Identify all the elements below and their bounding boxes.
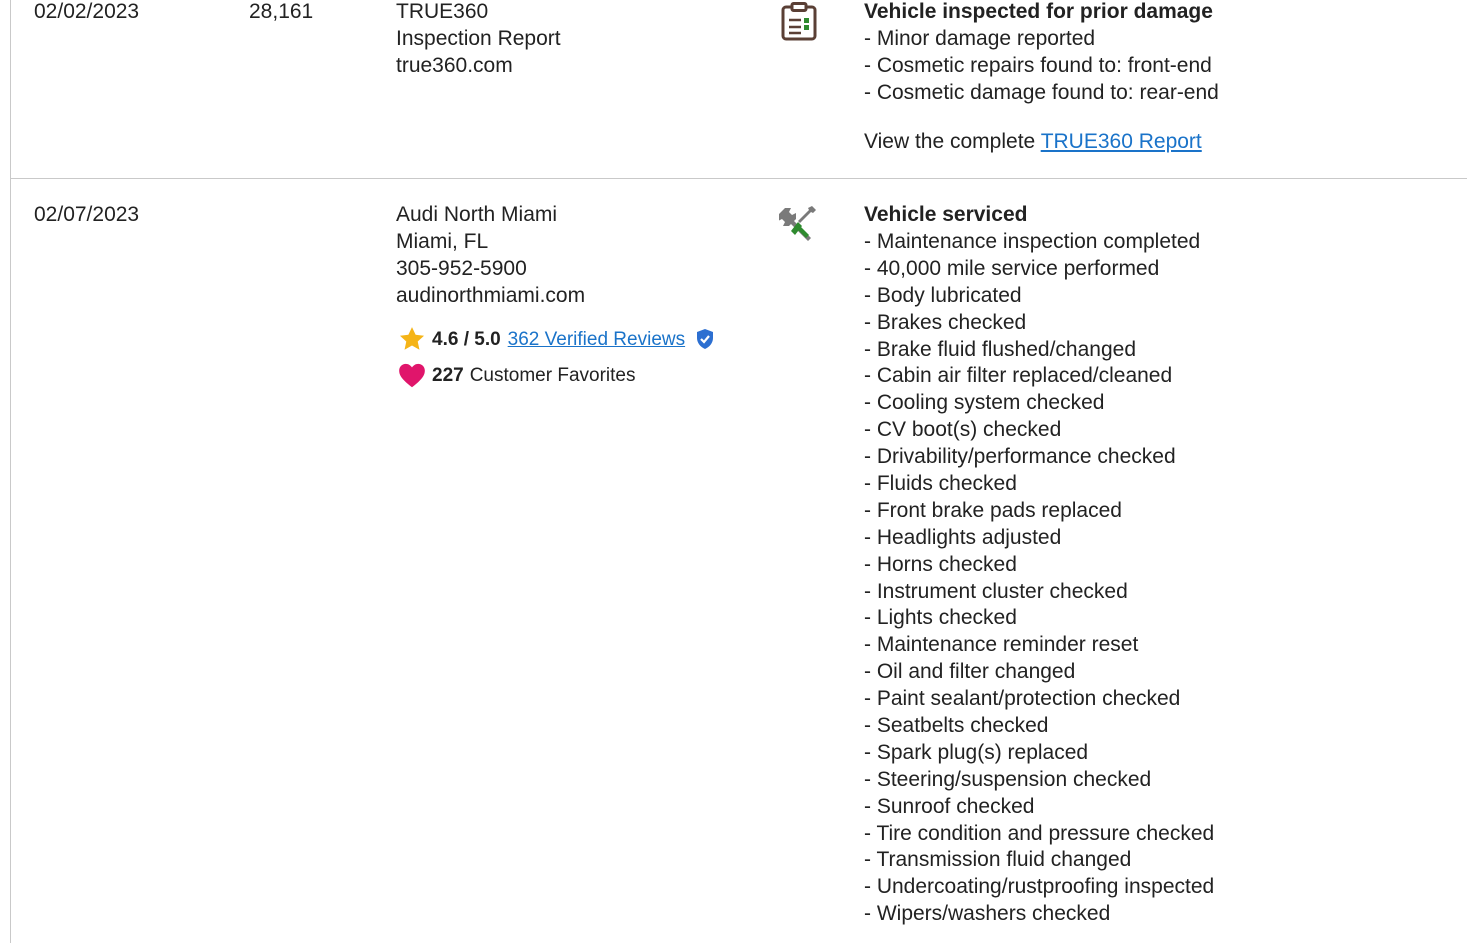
verified-reviews-link[interactable]: 362 Verified Reviews (508, 326, 685, 353)
list-item: Paint sealant/protection checked (864, 685, 1214, 712)
list-item: Undercoating/rustproofing inspected (864, 873, 1214, 900)
comment-list: Maintenance inspection completed 40,000 … (864, 228, 1214, 927)
list-item: Horns checked (864, 551, 1214, 578)
comment-list: Minor damage reported Cosmetic repairs f… (864, 25, 1219, 106)
list-item: Instrument cluster checked (864, 578, 1214, 605)
history-record: 02/07/2023 Audi North Miami Miami, FL 30… (11, 179, 1467, 943)
record-odometer: 28,161 (249, 0, 314, 23)
list-item: Cosmetic repairs found to: front-end (864, 52, 1219, 79)
list-item: Oil and filter changed (864, 658, 1214, 685)
source-name: TRUE360 (396, 0, 489, 23)
heart-icon (399, 363, 425, 388)
source-phone: 305-952-5900 (396, 257, 527, 280)
source-name: Audi North Miami (396, 203, 558, 226)
list-item: Steering/suspension checked (864, 766, 1214, 793)
record-comments: Vehicle inspected for prior damage Minor… (864, 0, 1219, 155)
list-item: Seatbelts checked (864, 712, 1214, 739)
list-item: Maintenance reminder reset (864, 631, 1214, 658)
list-item: Minor damage reported (864, 25, 1219, 52)
clipboard-icon (779, 2, 819, 42)
list-item: 40,000 mile service performed (864, 255, 1214, 282)
list-item: Sunroof checked (864, 793, 1214, 820)
record-source: TRUE360 Inspection Report true360.com (396, 0, 561, 79)
verified-shield-icon (697, 329, 714, 349)
list-item: Cosmetic damage found to: rear-end (864, 79, 1219, 106)
list-item: Fluids checked (864, 470, 1214, 497)
record-date: 02/07/2023 (34, 203, 140, 226)
star-icon (399, 327, 425, 350)
record-comments: Vehicle serviced Maintenance inspection … (864, 201, 1214, 927)
list-item: Headlights adjusted (864, 524, 1214, 551)
favorites-label: Customer Favorites (469, 364, 636, 386)
list-item: Spark plug(s) replaced (864, 739, 1214, 766)
list-item: Brakes checked (864, 309, 1214, 336)
customer-favorites: 227 Customer Favorites (396, 360, 715, 390)
list-item: Transmission fluid changed (864, 846, 1214, 873)
list-item: CV boot(s) checked (864, 416, 1214, 443)
source-type: Inspection Report (396, 27, 561, 50)
dealer-rating: 4.6 / 5.0 362 Verified Reviews (396, 324, 715, 354)
list-item: Body lubricated (864, 282, 1214, 309)
list-item: Lights checked (864, 604, 1214, 631)
rating-value: 4.6 / 5.0 (432, 328, 501, 350)
comment-heading: Vehicle serviced (864, 203, 1028, 226)
list-item: Tire condition and pressure checked (864, 820, 1214, 847)
list-item: Front brake pads replaced (864, 497, 1214, 524)
source-website: true360.com (396, 54, 513, 77)
list-item: Maintenance inspection completed (864, 228, 1214, 255)
service-tools-icon (778, 203, 819, 243)
list-item: Drivability/performance checked (864, 443, 1214, 470)
list-item: Cabin air filter replaced/cleaned (864, 362, 1214, 389)
history-record: 02/02/2023 28,161 TRUE360 Inspection Rep… (11, 0, 1467, 178)
true360-report-link[interactable]: TRUE360 Report (1041, 130, 1202, 153)
list-item: Cooling system checked (864, 389, 1214, 416)
report-line: View the complete TRUE360 Report (864, 128, 1219, 155)
favorites-count: 227 (432, 364, 464, 386)
report-prefix: View the complete (864, 129, 1036, 153)
source-location: Miami, FL (396, 230, 489, 253)
source-website: audinorthmiami.com (396, 284, 586, 307)
comment-heading: Vehicle inspected for prior damage (864, 0, 1213, 23)
record-date: 02/02/2023 (34, 0, 140, 23)
list-item: Brake fluid flushed/changed (864, 336, 1214, 363)
list-item: Wipers/washers checked (864, 900, 1214, 927)
record-source: Audi North Miami Miami, FL 305-952-5900 … (396, 201, 715, 390)
